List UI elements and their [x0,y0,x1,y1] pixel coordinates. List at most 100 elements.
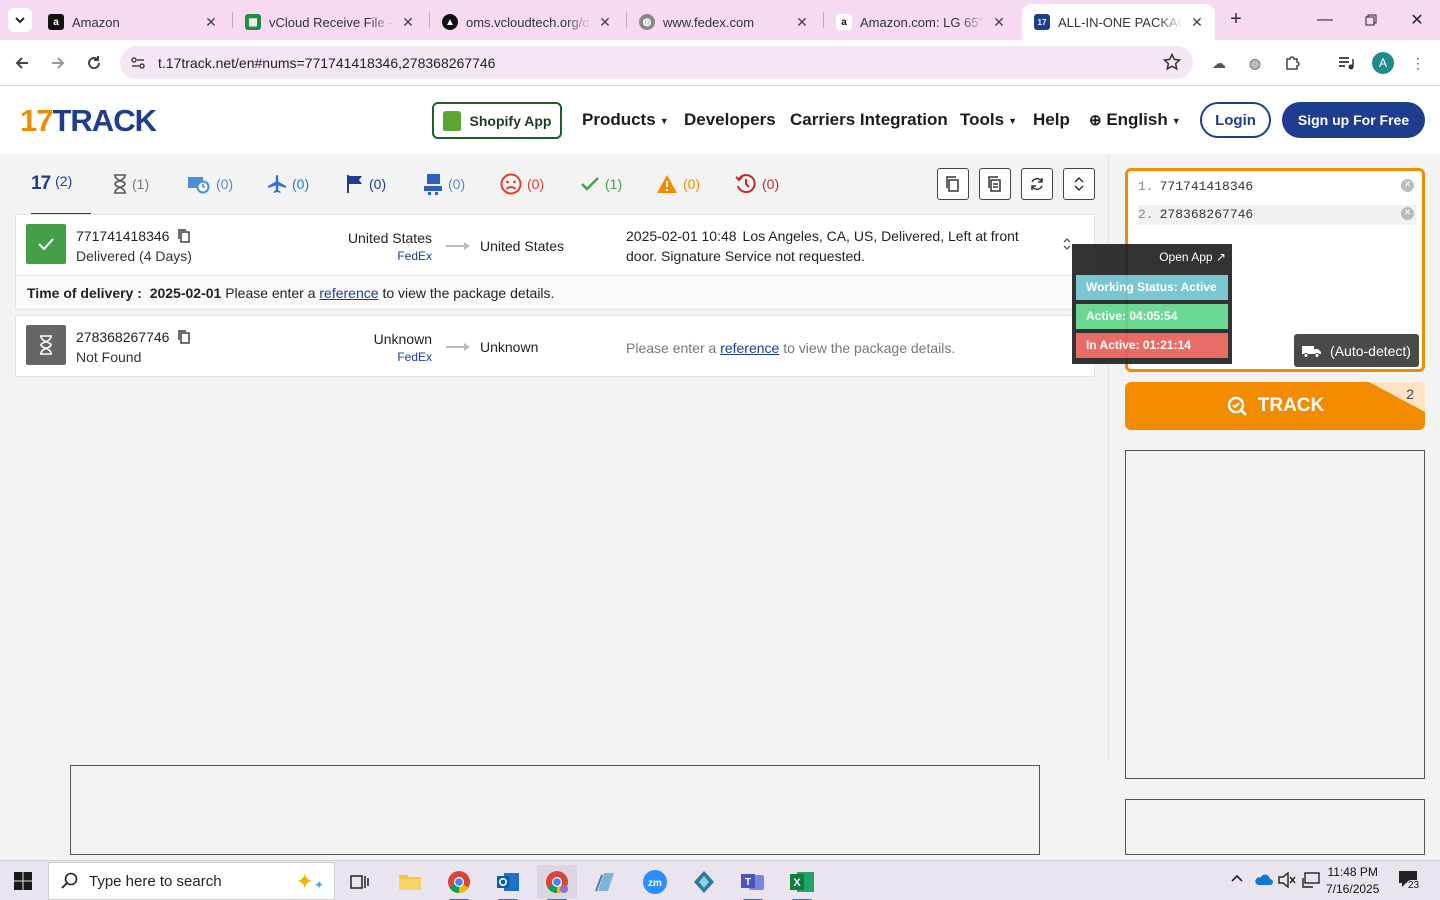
chrome-icon[interactable] [439,865,479,900]
nav-tools[interactable]: Tools ▼ [960,110,1017,130]
taskbar-clock[interactable]: 11:48 PM 7/16/2025 [1326,864,1379,898]
chrome-profile-icon[interactable] [537,865,577,900]
expand-row-icon[interactable] [1062,237,1072,254]
taskbar-search-box[interactable]: Type here to search ✦✦ [48,862,335,900]
new-tab-button[interactable]: + [1224,8,1248,32]
filter-out-for-delivery[interactable]: (0) [423,173,465,195]
teams-icon[interactable]: T [733,865,773,900]
filter-pick-up[interactable]: (0) [346,173,386,195]
media-queue-icon[interactable] [1335,52,1357,74]
login-button[interactable]: Login [1200,102,1271,138]
package-status: Not Found [76,349,142,365]
tracking-input-line[interactable]: 2. 278368267746 ✕ [1138,205,1416,225]
open-app-link[interactable]: Open App ↗ [1159,250,1226,264]
close-window-button[interactable]: ✕ [1394,0,1440,40]
browser-tab-17track[interactable]: 17 ALL-IN-ONE PACKAGE TRACKING ✕ [1022,4,1215,40]
clear-line-icon[interactable]: ✕ [1401,179,1414,192]
url-bar[interactable]: t.17track.net/en#nums=771741418346,27836… [120,46,1193,79]
carrier-link[interactable]: FedEx [397,350,432,364]
package-row[interactable]: 771741418346 Delivered (4 Days) United S… [15,214,1095,310]
reference-link[interactable]: reference [319,285,378,301]
outlook-icon[interactable] [488,865,528,900]
track-button[interactable]: TRACK 2 [1125,382,1425,430]
onedrive-cloud-icon[interactable] [1253,872,1273,889]
windows-start-icon[interactable] [14,872,32,890]
network-icon[interactable] [1302,872,1320,891]
forward-button[interactable] [46,51,70,75]
zoom-icon[interactable]: zm [635,865,675,899]
back-button[interactable] [10,51,34,75]
browser-tab-amazon-lg[interactable]: a Amazon.com: LG 65" 65 Class ✕ [824,4,1017,40]
package-status: Delivered (4 Days) [76,248,192,264]
tab-search-button[interactable] [8,8,32,32]
sheets-favicon: ▦ [245,14,261,30]
close-icon[interactable]: ✕ [597,14,613,31]
filter-info-received[interactable]: (0) [187,173,233,195]
browser-tab-sheets[interactable]: ▦ vCloud Receive File - Google Sheets ✕ [233,4,426,40]
tracking-number[interactable]: 278368267746 [76,329,191,345]
17track-logo[interactable]: 17TRACK [20,103,157,139]
carrier-link[interactable]: FedEx [397,249,432,263]
latest-event[interactable]: 2025-02-01 10:48 Los Angeles, CA, US, Del… [626,226,1046,266]
package-row[interactable]: 278368267746 Not Found Unknown FedEx Unk… [15,315,1095,377]
filter-undelivered[interactable]: (0) [500,173,544,195]
filter-alert[interactable]: (0) [656,173,700,195]
minimize-button[interactable]: — [1302,0,1348,40]
browser-tab-amazon[interactable]: a Amazon ✕ [36,4,229,40]
expand-collapse-button[interactable] [1063,168,1095,200]
reload-button[interactable] [82,51,106,75]
close-icon[interactable]: ✕ [1189,14,1205,31]
refresh-button[interactable] [1021,168,1053,200]
close-icon[interactable]: ✕ [794,14,810,31]
nav-products[interactable]: Products ▼ [582,110,669,130]
translate-globe-icon[interactable]: ◍ [1244,52,1266,74]
clear-line-icon[interactable]: ✕ [1401,207,1414,220]
filter-not-found[interactable]: (1) [113,173,149,195]
signup-button[interactable]: Sign up For Free [1282,102,1425,138]
copy-details-button[interactable] [979,168,1011,200]
event-text: Please enter a [626,340,717,356]
carrier-autodetect-button[interactable]: (Auto-detect) [1294,334,1419,367]
task-view-icon[interactable] [340,865,380,899]
shopify-app-button[interactable]: Shopify App [432,102,562,139]
url-text[interactable]: t.17track.net/en#nums=771741418346,27836… [158,55,495,71]
copy-icon[interactable] [177,330,191,344]
tab-title: Amazon [72,14,120,30]
bookmark-star-icon[interactable] [1162,52,1182,74]
filter-delivered[interactable]: (1) [580,173,622,195]
filter-in-transit[interactable]: (0) [267,173,309,195]
close-icon[interactable]: ✕ [991,14,1007,31]
17-all-icon: 17 [31,173,51,194]
copy-icon [946,176,959,192]
filter-all[interactable]: 17 (2) [31,173,91,216]
browser-tab-fedex[interactable]: ◍ www.fedex.com ✕ [627,4,820,40]
close-icon[interactable]: ✕ [203,14,219,31]
site-info-icon[interactable] [128,53,148,73]
reference-link[interactable]: reference [720,340,779,356]
detail-text: Please enter a [225,285,316,301]
filter-expired[interactable]: (0) [735,173,779,195]
profile-avatar[interactable]: A [1372,52,1394,74]
copy-icon[interactable] [177,229,191,243]
restore-button[interactable] [1348,0,1394,40]
copy-all-button[interactable] [937,168,969,200]
tracking-number[interactable]: 771741418346 [76,228,191,244]
excel-icon[interactable]: X [782,865,822,900]
browser-tab-oms[interactable]: ▲ oms.vcloudtech.org/dashboard ✕ [430,4,623,40]
remote-desktop-icon[interactable] [684,865,724,899]
volume-muted-icon[interactable] [1278,871,1296,891]
nav-label: Tools [960,110,1005,129]
nav-help[interactable]: Help [1033,110,1070,130]
close-icon[interactable]: ✕ [400,14,416,31]
tracking-input-line[interactable]: 1. 771741418346 ✕ [1138,177,1416,197]
notes-app-icon[interactable] [586,865,626,899]
extension-cloud-icon[interactable]: ☁ [1208,52,1230,74]
nav-language[interactable]: ⊕ English ▼ [1089,110,1181,130]
extensions-puzzle-icon[interactable] [1282,52,1304,74]
kebab-menu-icon[interactable]: ⋮ [1407,52,1429,74]
show-hidden-icons-chevron-icon[interactable] [1230,872,1244,887]
file-explorer-icon[interactable] [390,865,430,899]
nav-carriers-integration[interactable]: Carriers Integration [790,110,948,130]
notification-center-icon[interactable]: 23 [1398,870,1422,891]
nav-developers[interactable]: Developers [684,110,776,130]
